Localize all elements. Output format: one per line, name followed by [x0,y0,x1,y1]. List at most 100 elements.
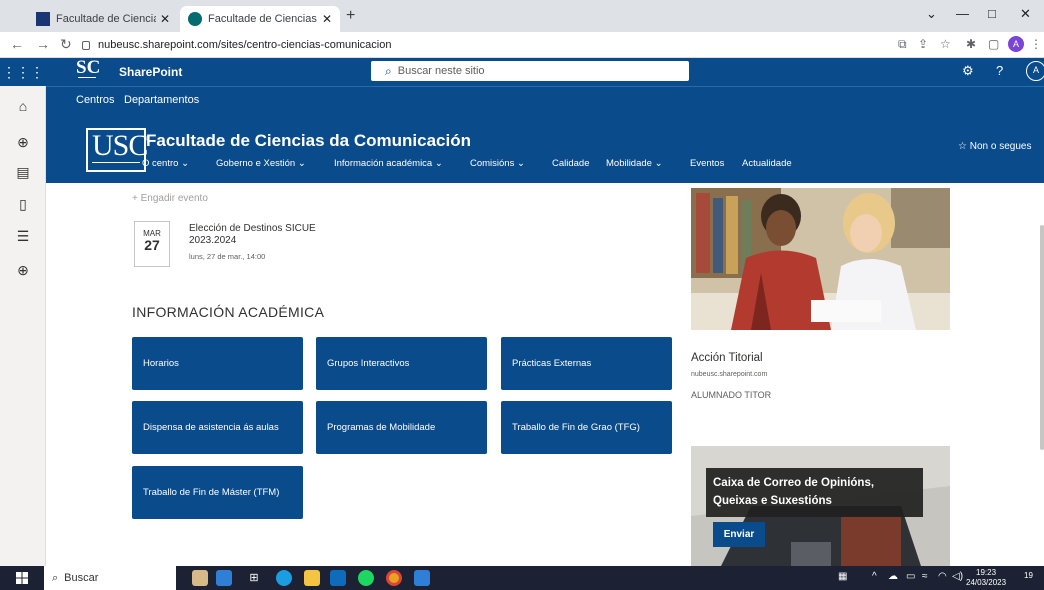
nav-label: Mobilidade [606,158,652,169]
keyboard-icon[interactable]: ▦ [838,571,847,582]
news-icon[interactable]: ▤ [15,164,31,181]
sidepanel-icon[interactable]: ▢ [988,37,999,51]
new-tab-icon[interactable]: + [346,7,355,25]
chrome-icon[interactable] [386,570,402,586]
notification-icon[interactable]: 19 [1024,571,1033,580]
taskbar: ⌕ Buscar ⊞ ▦ ^ ☁ ▭ ≈ ◠ ◁) 19:23 24/03/20… [0,566,1044,590]
spotify-icon[interactable] [358,570,374,586]
people-icon[interactable] [216,570,232,586]
event-title[interactable]: Elección de Destinos SICUE 2023.2024 [189,223,329,247]
browser-tab-active[interactable]: Facultade de Ciencias da Comuni ✕ [180,6,340,32]
close-tab-icon[interactable]: ✕ [160,12,170,26]
quick-link-practicas-externas[interactable]: Prácticas Externas [501,337,672,390]
user-avatar[interactable]: A [1026,61,1044,81]
nav-item-o-centro[interactable]: O centro ⌄ [142,158,189,169]
reload-icon[interactable]: ↻ [60,36,72,53]
close-tab-icon[interactable]: ✕ [322,12,332,26]
home-icon[interactable]: ⌂ [15,98,31,114]
nav-label: Goberno e Xestión [216,158,296,169]
usc-logo-underline [92,162,140,171]
nav-item-eventos[interactable]: Eventos [690,158,724,169]
wifi-icon[interactable]: ◠ [938,571,947,582]
chevron-up-icon[interactable]: ^ [872,571,877,582]
clock[interactable]: 19:23 24/03/2023 [966,568,1006,588]
browser-tab-inactive[interactable]: Facultade de Ciencias da Comuni ✕ [28,6,178,32]
date: 24/03/2023 [966,578,1007,587]
search-input[interactable]: ⌕ Buscar neste sitio [371,61,689,81]
usc-logo-text: USC [92,129,148,162]
quick-link-programas-mobilidade[interactable]: Programas de Mobilidade [316,401,487,454]
maximize-icon[interactable]: □ [988,6,996,21]
chevron-down-icon[interactable]: ⌄ [926,6,937,22]
nav-item-actualidade[interactable]: Actualidade [742,158,792,169]
widgets-icon[interactable] [192,570,208,586]
nav-item-comisions[interactable]: Comisións ⌄ [470,158,525,169]
add-event-button[interactable]: + Engadir evento [132,193,208,204]
quick-link-tfg[interactable]: Traballo de Fin de Grao (TFG) [501,401,672,454]
accion-titorial-image[interactable] [691,188,950,330]
star-icon[interactable]: ☆ [940,37,951,51]
hub-item-centros[interactable]: Centros [76,94,115,106]
puzzle-icon[interactable]: ✱ [966,37,976,51]
network-icon[interactable]: ≈ [922,571,928,582]
help-icon[interactable]: ? [996,63,1003,78]
create-icon[interactable]: ⊕ [15,262,31,279]
usc-logo[interactable]: USC [86,128,148,172]
event-date[interactable]: MAR 27 [134,221,170,267]
settings-icon[interactable]: ⚙ [962,63,974,79]
search-placeholder: Buscar neste sitio [397,65,485,77]
event-day: 27 [144,237,160,253]
nav-item-goberno[interactable]: Goberno e Xestión ⌄ [216,158,306,169]
nav-item-calidade[interactable]: Calidade [552,158,590,169]
task-view-icon[interactable]: ⊞ [246,570,262,586]
menu-icon[interactable]: ⋮ [1030,37,1042,51]
onedrive-icon[interactable]: ☁ [888,571,898,582]
quick-link-horarios[interactable]: Horarios [132,337,303,390]
hero-text: Caixa de Correo de Opinións, Queixas e S… [713,477,875,507]
back-icon[interactable]: ← [10,36,24,52]
globe-icon[interactable]: ⊕ [15,134,31,151]
edge-icon[interactable] [276,570,292,586]
site-title[interactable]: Facultade de Ciencias da Comunicación [146,131,471,151]
extensions-icon[interactable]: ⧉ [898,37,907,52]
volume-icon[interactable]: ◁) [952,571,963,582]
mail-icon[interactable] [330,570,346,586]
forward-icon[interactable]: → [36,36,50,52]
time: 19:23 [976,568,997,577]
tab-title: Facultade de Ciencias da Comuni [56,13,156,25]
follow-button[interactable]: ☆ Non o segues [958,141,1031,152]
scrollbar[interactable] [1040,225,1044,450]
address-bar[interactable]: nubeusc.sharepoint.com/sites/centro-cien… [82,35,922,55]
battery-icon[interactable]: ▭ [906,571,915,582]
close-icon[interactable]: ✕ [1020,6,1031,22]
plus-icon: + [132,193,138,204]
quick-link-grupos-interactivos[interactable]: Grupos Interactivos [316,337,487,390]
app-name[interactable]: SharePoint [119,65,182,79]
file-explorer-icon[interactable] [304,570,320,586]
taskbar-search-label: Buscar [64,572,99,584]
nav-label: O centro [142,158,179,169]
quick-link-tfm[interactable]: Traballo de Fin de Máster (TFM) [132,466,303,519]
share-icon[interactable]: ⇪ [918,37,928,51]
app-icon[interactable] [414,570,430,586]
sc-logo[interactable]: SC [76,58,100,77]
quick-link-dispensa[interactable]: Dispensa de asistencia ás aulas [132,401,303,454]
nav-item-informacion-academica[interactable]: Información académica ⌄ [334,158,443,169]
sharepoint-favicon-icon [188,12,202,26]
add-event-label: Engadir evento [140,193,208,204]
hub-item-departamentos[interactable]: Departamentos [124,94,199,106]
minimize-icon[interactable]: — [956,6,969,21]
feedback-hero: Caixa de Correo de Opinións, Queixas e S… [691,446,950,566]
card-title[interactable]: Acción Titorial [691,352,763,364]
usc-favicon-icon [36,12,50,26]
lists-icon[interactable]: ☰ [15,228,31,245]
windows-start-icon[interactable] [16,572,28,584]
send-button[interactable]: Enviar [713,522,765,547]
suite-bar: SC SharePoint ⌕ Buscar neste sitio ⚙ ? A [46,58,1044,86]
files-icon[interactable]: ▯ [15,196,31,213]
app-launcher-icon[interactable]: ⋮⋮⋮ [0,58,46,86]
taskbar-search[interactable]: ⌕ Buscar [44,566,176,590]
lock-icon [82,40,90,50]
profile-avatar[interactable]: A [1008,36,1024,52]
nav-item-mobilidade[interactable]: Mobilidade ⌄ [606,158,663,169]
